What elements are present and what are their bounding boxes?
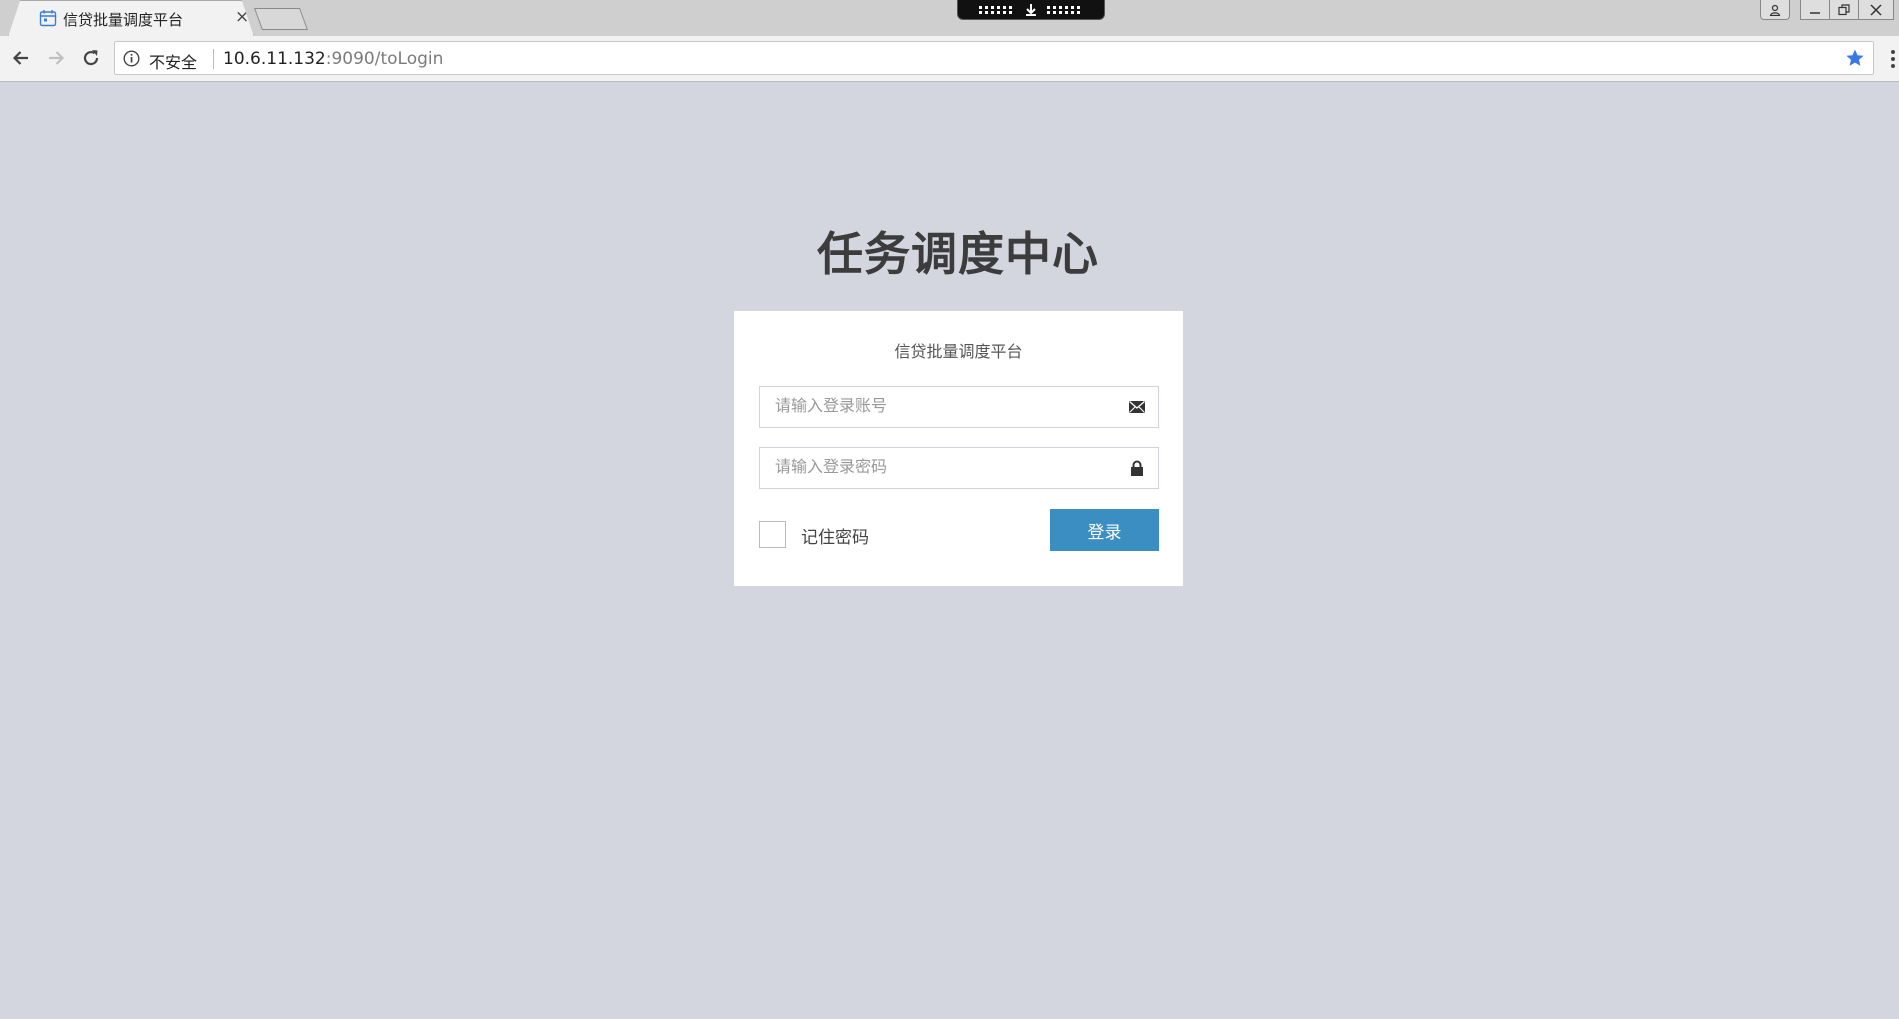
username-field[interactable] (759, 386, 1159, 428)
password-field[interactable] (759, 447, 1159, 489)
envelope-icon (1129, 401, 1145, 413)
url-path: :9090/toLogin (325, 49, 444, 69)
minimize-button[interactable] (1800, 0, 1830, 20)
browser-tab-strip: 信贷批量调度平台 × (0, 0, 1899, 37)
arrow-right-icon (49, 51, 65, 65)
reload-icon (83, 50, 99, 66)
restore-icon (1838, 3, 1850, 15)
user-icon (1769, 4, 1781, 16)
kebab-menu-icon[interactable] (1890, 48, 1896, 70)
close-icon (1870, 3, 1882, 16)
minimize-icon (1810, 11, 1820, 14)
remote-bar-dots-left-icon (979, 5, 1012, 14)
url-text[interactable]: 10.6.11.132:9090/toLogin (223, 49, 443, 69)
info-icon[interactable] (123, 50, 140, 67)
security-status[interactable]: 不安全 (149, 49, 197, 73)
user-profile-button[interactable] (1760, 0, 1790, 20)
restore-button[interactable] (1829, 0, 1859, 20)
login-card: 信贷批量调度平台 记住密码 登录 (734, 311, 1183, 586)
new-tab-button[interactable] (253, 8, 309, 30)
download-arrow-icon (1026, 3, 1036, 16)
remember-password-checkbox[interactable] (759, 521, 786, 548)
remote-bar-dots-right-icon (1047, 5, 1080, 14)
arrow-left-icon (12, 51, 28, 65)
close-tab-icon[interactable]: × (235, 7, 249, 27)
remote-session-bar[interactable] (957, 0, 1105, 20)
address-divider (213, 49, 214, 69)
star-icon[interactable] (1845, 48, 1865, 68)
close-window-button[interactable] (1858, 0, 1894, 20)
forward-button[interactable] (44, 46, 68, 70)
browser-toolbar: 不安全 10.6.11.132:9090/toLogin (0, 36, 1899, 82)
lock-icon (1131, 460, 1143, 476)
username-input[interactable] (760, 387, 1120, 427)
address-bar[interactable]: 不安全 10.6.11.132:9090/toLogin (114, 41, 1874, 75)
back-button[interactable] (9, 46, 33, 70)
login-button[interactable]: 登录 (1050, 509, 1159, 551)
reload-button[interactable] (79, 46, 103, 70)
calendar-icon (39, 10, 57, 27)
browser-tab[interactable]: 信贷批量调度平台 × (8, 0, 254, 37)
url-host: 10.6.11.132 (223, 49, 326, 69)
page-title: 任务调度中心 (817, 227, 1099, 281)
tab-title: 信贷批量调度平台 (63, 11, 184, 29)
remember-password-label[interactable]: 记住密码 (801, 523, 869, 548)
password-input[interactable] (760, 448, 1120, 488)
card-subtitle: 信贷批量调度平台 (894, 342, 1023, 361)
